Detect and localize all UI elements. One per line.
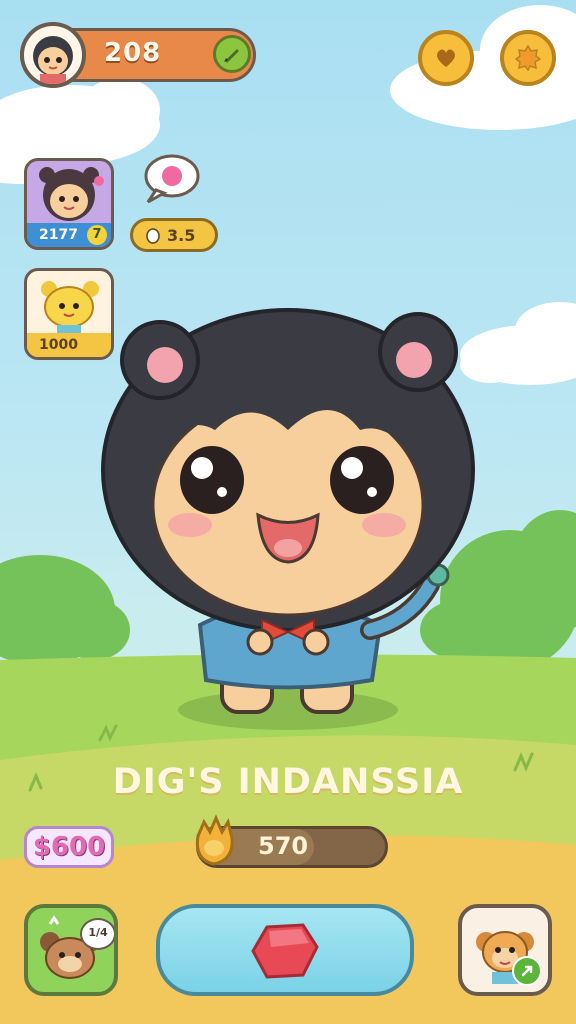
unlock-count-badge: 1/4 (80, 918, 114, 950)
profile-avatar[interactable] (20, 22, 86, 88)
character-portrait-icon (41, 281, 99, 335)
character-portrait-icon (39, 167, 104, 221)
character-select-button[interactable]: 1/4 (24, 904, 118, 996)
heart-icon (437, 49, 455, 67)
gem-icon (251, 923, 319, 979)
arrow-badge (512, 956, 542, 986)
progress-icon (190, 814, 238, 872)
resource-chip: 3.5 (130, 218, 218, 252)
card-2-value: 1000 (27, 333, 111, 357)
background-scene (0, 5, 576, 1024)
gear-icon (514, 44, 542, 72)
score-value: 208 (104, 38, 162, 68)
game-title: DIG'S INDANSSIA (112, 762, 464, 802)
money-badge: $600 (24, 826, 114, 868)
play-button[interactable] (156, 904, 414, 996)
settings-button[interactable] (500, 30, 556, 86)
leaf-crown-icon (195, 814, 234, 866)
pencil-icon (224, 49, 239, 63)
shop-button[interactable] (458, 904, 552, 996)
character-card-1[interactable]: 2177 7 (24, 158, 114, 250)
favorites-button[interactable] (418, 30, 474, 86)
speech-bubble-icon (144, 154, 200, 204)
edit-button[interactable] (213, 35, 251, 73)
arrow-icon (521, 965, 533, 977)
card-1-badge: 7 (87, 225, 107, 245)
speech-bubble-button[interactable] (140, 152, 200, 204)
resource-value: 3.5 (167, 225, 196, 245)
egg-icon (146, 228, 160, 244)
progress-value: 570 (258, 832, 309, 860)
avatar-face-icon (33, 36, 73, 84)
character-card-2[interactable]: 1000 (24, 268, 114, 360)
